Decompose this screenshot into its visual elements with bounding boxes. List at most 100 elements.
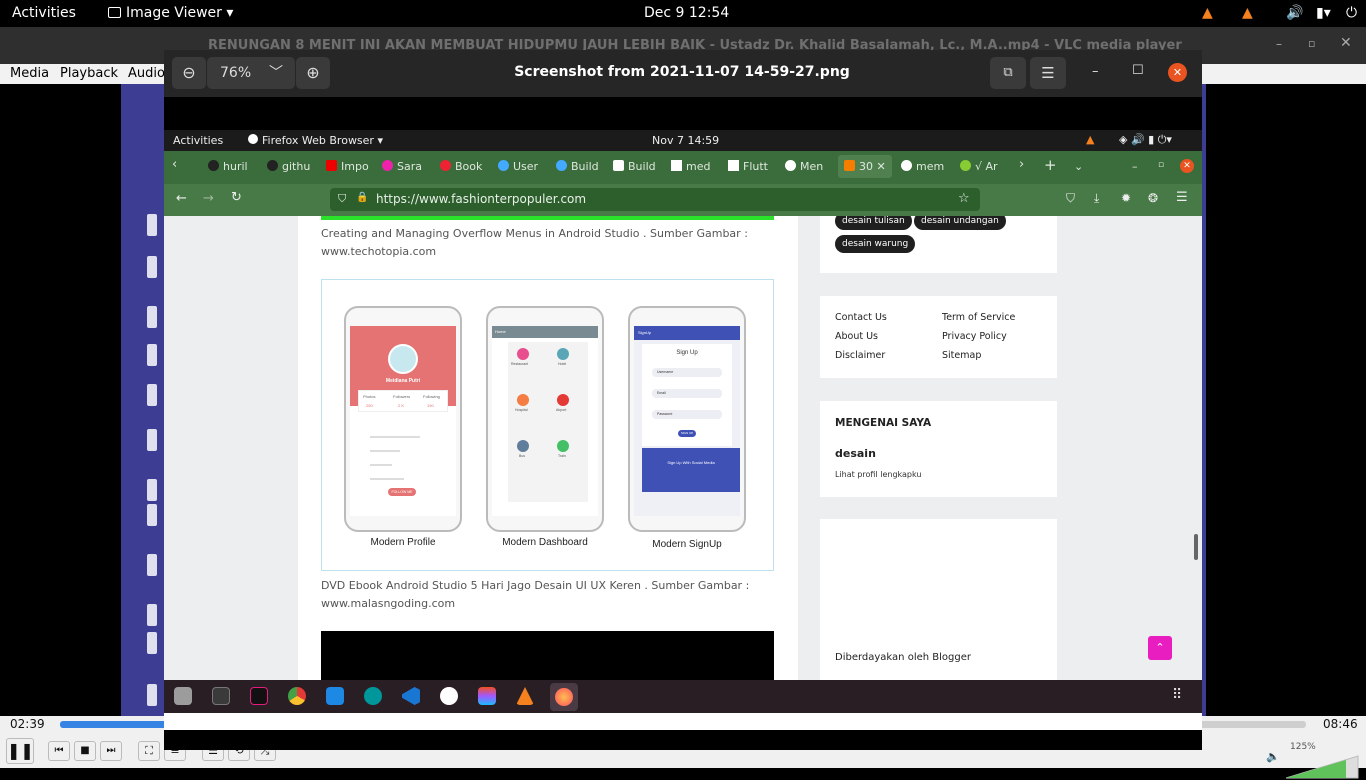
tab-13: mem <box>901 160 944 173</box>
chrome-icon <box>288 687 306 705</box>
label-signup: Modern SignUp <box>652 539 722 550</box>
time-total: 08:46 <box>1323 717 1358 731</box>
clock[interactable]: Dec 9 12:54 <box>644 5 729 21</box>
about-card: MENGENAI SAYA desain Lihat profil lengka… <box>820 401 1057 497</box>
social-signup-block: Sign Up With Social Media <box>642 448 740 492</box>
link-disclaimer: Disclaimer <box>835 350 886 361</box>
tag-desain-undangan: desain undangan <box>914 216 1006 230</box>
shot-restore-icon: ▫ <box>1158 160 1165 170</box>
tab-list-icon: ⌄ <box>1074 160 1084 173</box>
volume-icon[interactable]: 🔊 <box>1286 5 1303 21</box>
avatar <box>388 344 418 374</box>
displayed-image: Activities Firefox Web Browser ▾ Nov 7 1… <box>164 130 1202 730</box>
gallery-button[interactable]: ⧉ <box>990 57 1026 89</box>
shot-close-icon: ✕ <box>1180 159 1194 173</box>
zoom-out-button[interactable]: ⊖ <box>172 57 206 89</box>
zoom-level: 76% <box>220 65 252 81</box>
show-apps-icon: ⠿ <box>1172 687 1183 703</box>
shot-vlc-icon: ▲ <box>1086 133 1095 146</box>
shot-status-icons: ◈ 🔊 ▮ ⏻▾ <box>1119 133 1172 146</box>
vlc-tray-icon-2[interactable]: ▲ <box>1242 5 1253 21</box>
menu-audio[interactable]: Audio <box>128 66 165 81</box>
new-tab-icon: + <box>1044 156 1057 174</box>
volume-slider[interactable] <box>1286 752 1360 780</box>
tag-desain-tulisan: desain tulisan <box>835 216 912 230</box>
tab-14: √ Ar <box>960 160 998 173</box>
minimize-icon[interactable]: – <box>1092 64 1099 79</box>
scroll-top-button: ⌃ <box>1148 636 1172 660</box>
battery-icon[interactable]: ▮▾ <box>1316 5 1331 21</box>
zoom-in-button[interactable]: ⊕ <box>296 57 330 89</box>
extension-icon: ✹ <box>1121 191 1132 205</box>
menu-playback[interactable]: Playback <box>60 66 118 81</box>
close-icon[interactable]: ✕ <box>1340 35 1352 51</box>
power-icon[interactable]: ⏻ <box>1346 5 1357 21</box>
shot-url-bar: ⛉ 🔒 https://www.fashionterpopuler.com ☆ <box>330 188 980 211</box>
terminal-icon <box>212 687 230 705</box>
figma-icon <box>478 687 496 705</box>
label-dashboard: Modern Dashboard <box>502 537 588 548</box>
pause-button[interactable]: ❚❚ <box>6 738 34 764</box>
link-privacy: Privacy Policy <box>942 331 1007 342</box>
shot-dock: ⠿ <box>164 680 1202 713</box>
minimize-icon[interactable]: – <box>1276 37 1282 51</box>
tab-9: med <box>671 160 710 173</box>
vscode-icon <box>402 687 420 705</box>
phone-signup: SignUp Sign Up Username Email Password S… <box>628 306 746 532</box>
lock-icon: 🔒 <box>356 192 369 203</box>
activities-button[interactable]: Activities <box>12 5 76 21</box>
fullscreen-button[interactable]: ⛶ <box>138 741 160 761</box>
about-profile-link: Lihat profil lengkapku <box>835 470 922 479</box>
tab-4: Sara <box>382 160 422 173</box>
pocket-icon: ⛉ <box>1066 191 1076 205</box>
monitor-icon <box>326 687 344 705</box>
android-ui-image: Meidiana Putri Photos Followers Followin… <box>321 279 774 571</box>
label-profile: Modern Profile <box>370 537 436 548</box>
menu-media[interactable]: Media <box>10 66 49 81</box>
video-embed <box>321 631 774 680</box>
tab-2: githu <box>267 160 310 173</box>
app-icon <box>440 687 458 705</box>
image-viewer-headerbar: ⊖ 76% ﹀ ⊕ Screenshot from 2021-11-07 14-5… <box>164 50 1202 97</box>
maximize-icon[interactable]: ☐ <box>1132 63 1144 78</box>
phone-profile: Meidiana Putri Photos Followers Followin… <box>344 306 462 532</box>
reload-icon: ↻ <box>231 190 242 205</box>
shot-minimize-icon: – <box>1132 160 1138 173</box>
video-left-strip <box>121 84 165 716</box>
tab-7: Build <box>556 160 599 173</box>
menu-button[interactable]: ☰ <box>1030 57 1066 89</box>
app-menu[interactable]: Image Viewer ▾ <box>108 5 233 21</box>
shield-icon: ⛉ <box>338 192 347 205</box>
footer-links-card: Contact Us Term of Service About Us Priv… <box>820 296 1057 378</box>
maximize-icon[interactable]: ▫ <box>1308 37 1315 50</box>
previous-button[interactable]: ⏮ <box>48 741 70 761</box>
green-separator <box>321 216 774 220</box>
back-icon: ← <box>176 191 187 206</box>
link-about: About Us <box>835 331 879 342</box>
next-button[interactable]: ⏭ <box>100 741 122 761</box>
speaker-icon[interactable]: 🔈 <box>1266 750 1280 763</box>
gnome-top-bar: Activities Image Viewer ▾ Dec 9 12:54 ▲ … <box>0 0 1366 27</box>
tab-11: Men <box>785 160 823 173</box>
tab-12-active: 30 ✕ <box>838 155 892 178</box>
tab-3: Impo <box>326 160 369 173</box>
vlc-tray-icon[interactable]: ▲ <box>1202 5 1213 21</box>
image-caption-2: DVD Ebook Android Studio 5 Hari Jago Des… <box>321 579 750 610</box>
follow-button: FOLLOW ME <box>388 488 416 496</box>
vlc-dock-icon <box>516 687 534 705</box>
firefox-icon <box>248 134 258 144</box>
tab-10: Flutt <box>728 160 768 173</box>
image-viewer-icon <box>108 7 121 18</box>
close-icon[interactable]: ✕ <box>1168 63 1187 82</box>
time-elapsed: 02:39 <box>10 717 45 731</box>
shot-gnome-bar: Activities Firefox Web Browser ▾ Nov 7 1… <box>164 130 1202 151</box>
hamburger-icon: ☰ <box>1176 190 1188 205</box>
image-caption-1: Creating and Managing Overflow Menus in … <box>321 227 748 258</box>
article-column: Creating and Managing Overflow Menus in … <box>298 216 798 680</box>
tab-scroll-left-icon: ‹ <box>172 157 178 172</box>
tab-5: Book <box>440 160 482 173</box>
volume-label: 125% <box>1290 742 1316 752</box>
tab-6: User <box>498 160 538 173</box>
stop-button[interactable]: ■ <box>74 741 96 761</box>
zoom-dropdown[interactable]: 76% ﹀ <box>207 57 295 89</box>
